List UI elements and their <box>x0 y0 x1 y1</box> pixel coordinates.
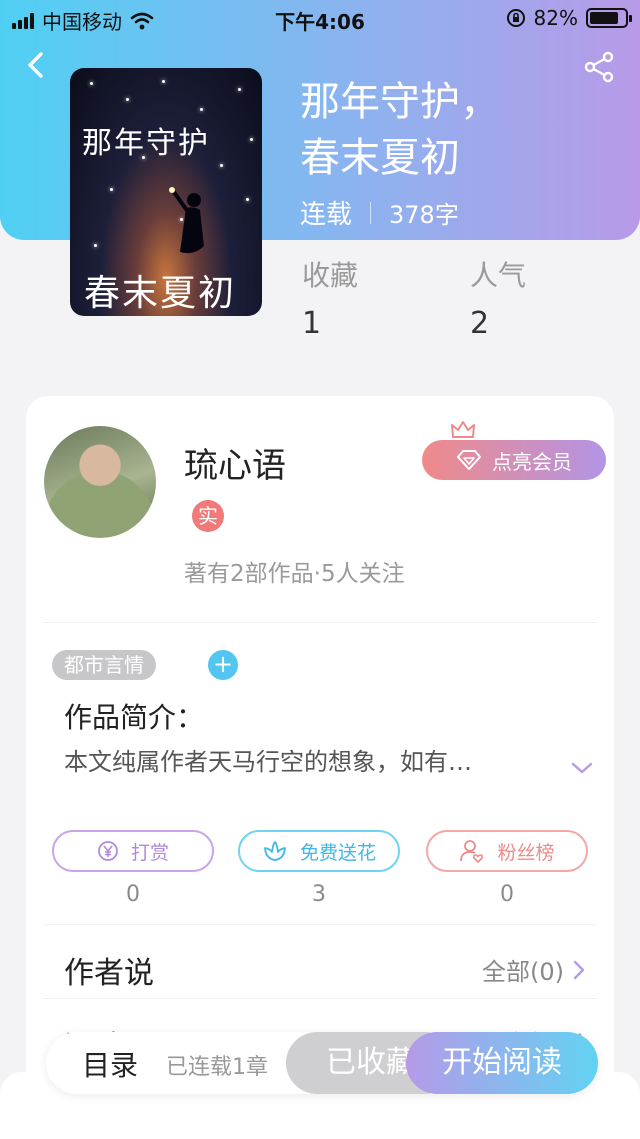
reward-button[interactable]: 打赏 <box>52 830 214 872</box>
toc-button[interactable]: 目录 <box>82 1044 138 1084</box>
favorites-value: 1 <box>302 306 322 341</box>
author-says-all-link[interactable]: 全部(0) <box>482 952 586 987</box>
bottom-action-bar: 目录 已连载1章 已收藏 开始阅读 <box>46 1032 598 1094</box>
add-tag-button[interactable]: + <box>208 650 238 680</box>
intro-text[interactable]: 本文纯属作者天马行空的想象，如有… <box>64 742 544 777</box>
fan-ranking-label: 粉丝榜 <box>497 841 555 864</box>
yen-icon <box>98 841 118 861</box>
popularity-stat: 人气 2 <box>470 254 526 341</box>
favorites-stat: 收藏 1 <box>302 254 358 341</box>
author-avatar[interactable] <box>44 426 156 538</box>
flower-icon <box>264 841 286 861</box>
divider <box>44 924 596 925</box>
send-flower-button[interactable]: 免费送花 <box>238 830 400 872</box>
book-cover: 那年守护 春末夏初 <box>70 68 262 316</box>
chapter-count[interactable]: 已连载1章 <box>166 1049 268 1081</box>
chevron-right-icon <box>573 960 585 979</box>
word-count: 378字 <box>389 201 459 229</box>
author-says-all-label: 全部(0) <box>482 958 564 986</box>
popularity-value: 2 <box>470 306 490 341</box>
chevron-down-icon[interactable] <box>570 760 594 776</box>
crown-icon <box>451 421 475 438</box>
vip-button[interactable]: 点亮会员 <box>422 440 606 480</box>
book-status: 连载 <box>300 200 353 230</box>
fan-heart-icon <box>460 840 484 863</box>
cover-silhouette-icon <box>169 187 204 254</box>
vip-label: 点亮会员 <box>492 449 572 474</box>
book-meta: 连载 378字 <box>300 194 459 231</box>
divider <box>44 998 596 999</box>
status-right: 82% <box>506 6 632 30</box>
favorites-label: 收藏 <box>302 259 359 292</box>
reward-label: 打赏 <box>130 841 169 864</box>
book-title-line-2: 春末夏初 <box>300 135 460 181</box>
fan-count: 0 <box>500 882 514 907</box>
author-name[interactable]: 琉心语 <box>184 438 286 487</box>
detail-card: 琉心语 实 著有2部作品·5人关注 点亮会员 都市言情 + 作品简介： 本文纯属… <box>26 396 614 1139</box>
author-stats: 著有2部作品·5人关注 <box>184 561 405 587</box>
battery-icon <box>586 8 632 28</box>
cover-title-bottom: 春末夏初 <box>84 273 237 314</box>
rotation-lock-icon <box>506 9 525 27</box>
author-says-title: 作者说 <box>64 956 154 991</box>
intro-label: 作品简介： <box>64 701 205 734</box>
flower-count: 3 <box>312 882 326 907</box>
status-bar: 中国移动 下午4:06 82% <box>0 0 640 36</box>
popularity-label: 人气 <box>470 259 527 292</box>
book-title-line-1: 那年守护， <box>300 79 500 125</box>
start-reading-button[interactable]: 开始阅读 <box>406 1032 598 1094</box>
fan-ranking-button[interactable]: 粉丝榜 <box>426 830 588 872</box>
cover-title-top: 那年守护 <box>82 126 210 161</box>
send-flower-label: 免费送花 <box>299 841 376 864</box>
book-title: 那年守护， 春末夏初 <box>300 74 620 186</box>
meta-divider <box>370 201 372 224</box>
diamond-icon <box>457 450 481 470</box>
genre-tag[interactable]: 都市言情 <box>52 650 156 680</box>
battery-percent: 82% <box>533 6 578 30</box>
verified-badge: 实 <box>192 500 224 532</box>
divider <box>44 622 596 623</box>
reward-count: 0 <box>126 882 140 907</box>
back-chevron-icon[interactable] <box>20 48 54 82</box>
